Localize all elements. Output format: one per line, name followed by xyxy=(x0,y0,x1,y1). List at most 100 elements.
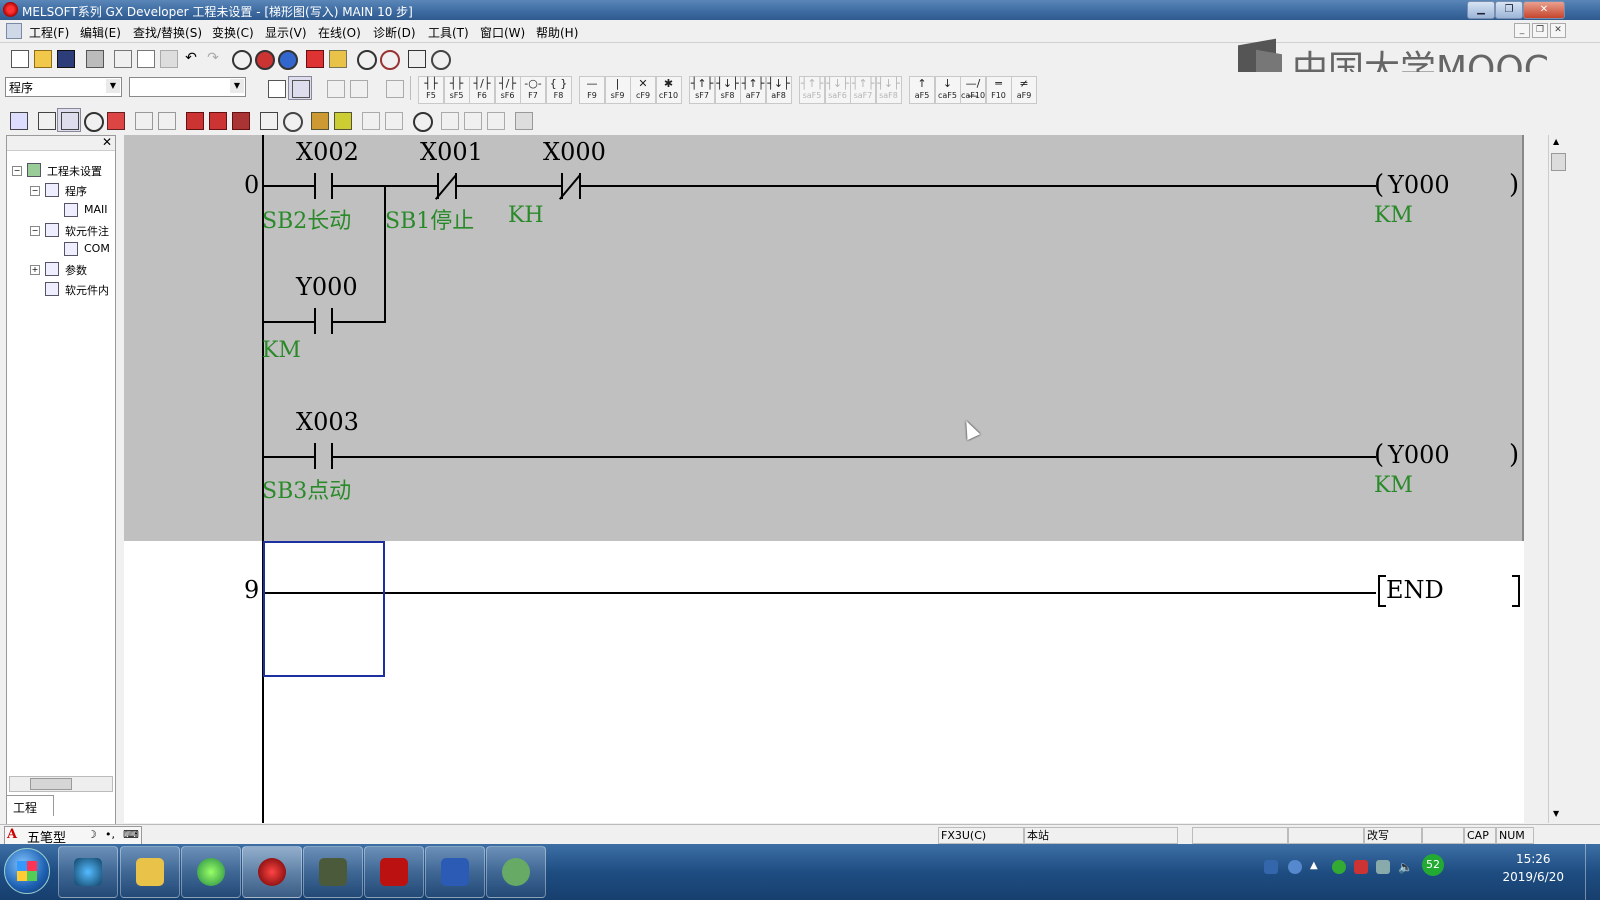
menu-convert[interactable]: 变换(C) xyxy=(212,24,254,41)
close-icon[interactable]: ✕ xyxy=(102,135,112,149)
open-icon[interactable] xyxy=(30,46,54,70)
upload-icon[interactable] xyxy=(307,108,331,132)
cut-icon[interactable] xyxy=(110,46,134,70)
replace-icon[interactable] xyxy=(103,108,127,132)
clock[interactable]: 15:26 2019/6/20 xyxy=(1502,850,1564,886)
maximize-button[interactable]: ❐ xyxy=(1495,1,1523,19)
ladder-symbol-button-sf7[interactable]: ┤↑├ sF7 xyxy=(689,76,715,104)
device-list-icon[interactable] xyxy=(154,108,178,132)
cross-ref-icon[interactable] xyxy=(131,108,155,132)
timing-chart-icon[interactable] xyxy=(256,108,280,132)
moon-icon[interactable]: ☽ xyxy=(87,828,97,841)
undo-icon[interactable]: ↶ xyxy=(179,46,203,70)
simulate-start-icon[interactable] xyxy=(182,108,206,132)
tree-node-device-comment[interactable]: 软元件注 xyxy=(65,223,109,239)
expand-icon[interactable]: + xyxy=(30,265,40,275)
data-type-dropdown[interactable]: 程序 ▼ xyxy=(5,77,122,97)
diagnose-icon[interactable] xyxy=(279,108,303,132)
mdi-restore-button[interactable]: ❐ xyxy=(1532,23,1548,38)
menu-diagnose[interactable]: 诊断(D) xyxy=(373,24,416,41)
ladder-symbol-button-sf5[interactable]: ┤├ sF5 xyxy=(443,76,470,104)
ladder-mode-icon[interactable] xyxy=(264,76,288,100)
ladder-symbol-button-af5[interactable]: ↑ aF5 xyxy=(909,76,935,104)
find-instruction-icon[interactable] xyxy=(251,46,275,70)
app-icon[interactable] xyxy=(3,2,18,17)
device-batch-icon[interactable] xyxy=(404,46,428,70)
action-center-icon[interactable] xyxy=(1354,860,1368,874)
taskbar-word[interactable] xyxy=(425,846,485,898)
ladder-symbol-button-caf10[interactable]: —/— caF10 xyxy=(960,76,986,104)
keyboard-icon[interactable]: ⌨ xyxy=(123,828,139,841)
new-icon[interactable] xyxy=(7,46,31,70)
ladder-symbol-button-f9[interactable]: — F9 xyxy=(579,76,605,104)
taskbar-app-8[interactable] xyxy=(486,846,546,898)
ladder-symbol-button-f7[interactable]: -○- F7 xyxy=(520,76,546,104)
scroll-thumb[interactable] xyxy=(30,778,72,790)
simulate-stop-icon[interactable] xyxy=(205,108,229,132)
tree-hscrollbar[interactable] xyxy=(9,776,113,792)
ime-tray-icon[interactable] xyxy=(1264,860,1278,874)
menu-tools[interactable]: 工具(T) xyxy=(428,24,469,41)
ladder-symbol-button-sf6[interactable]: ┤/├ sF6 xyxy=(494,76,521,104)
tray-expand-icon[interactable]: ▲ xyxy=(1310,860,1324,874)
entry-monitor-icon[interactable] xyxy=(427,46,451,70)
ladder-vscrollbar[interactable]: ▲ ▼ xyxy=(1548,135,1567,823)
tree-node-params[interactable]: 参数 xyxy=(65,262,87,278)
ladder-symbol-button-af7[interactable]: ┤↑├ aF7 xyxy=(740,76,766,104)
monitor-write-icon[interactable] xyxy=(376,46,400,70)
window-cascade-icon[interactable] xyxy=(381,108,405,132)
minimize-button[interactable]: ▁ xyxy=(1467,1,1495,19)
search-icon[interactable] xyxy=(80,108,104,132)
volume-icon[interactable]: 🔈 xyxy=(1398,860,1413,874)
tree-node-comment[interactable]: COM xyxy=(84,242,110,255)
ime-indicator[interactable]: A xyxy=(7,827,17,842)
copy-icon[interactable] xyxy=(133,46,157,70)
paste-icon[interactable] xyxy=(156,46,180,70)
ladder-symbol-button-cf10[interactable]: ✱ cF10 xyxy=(655,76,682,104)
ladder-symbol-button-f10[interactable]: ═ F10 xyxy=(985,76,1012,104)
project-data-icon[interactable] xyxy=(6,108,30,132)
write-plc-icon[interactable] xyxy=(302,46,326,70)
help-icon[interactable] xyxy=(1288,860,1302,874)
security-icon[interactable] xyxy=(1332,860,1346,874)
menu-find-replace[interactable]: 查找/替换(S) xyxy=(133,24,202,41)
read-plc-icon[interactable] xyxy=(325,46,349,70)
network-icon[interactable] xyxy=(1376,860,1390,874)
menu-view[interactable]: 显示(V) xyxy=(265,24,307,41)
tree-node-device-memory[interactable]: 软元件内 xyxy=(65,282,109,298)
ladder-symbol-button-f6[interactable]: ┤/├ F6 xyxy=(469,76,495,104)
monitor-icon[interactable] xyxy=(353,46,377,70)
scroll-up-icon[interactable]: ▲ xyxy=(1553,137,1559,146)
ladder-symbol-button-caf5[interactable]: ↓ caF5 xyxy=(934,76,961,104)
ladder-edit-icon[interactable] xyxy=(382,76,406,100)
align-left-icon[interactable] xyxy=(437,108,461,132)
mdi-close-button[interactable]: ✕ xyxy=(1550,23,1566,38)
ladder-symbol-button-saf6[interactable]: ┤↓├ saF6 xyxy=(824,76,851,104)
ladder-symbol-button-sf9[interactable]: | sF9 xyxy=(604,76,631,104)
document-icon[interactable] xyxy=(6,23,22,39)
menu-online[interactable]: 在线(O) xyxy=(318,24,361,41)
menu-help[interactable]: 帮助(H) xyxy=(536,24,578,41)
print-icon[interactable] xyxy=(82,46,106,70)
menu-edit[interactable]: 编辑(E) xyxy=(80,24,121,41)
taskbar-app-5[interactable] xyxy=(303,846,363,898)
taskbar-360[interactable] xyxy=(181,846,241,898)
close-button[interactable]: ✕ xyxy=(1523,1,1565,19)
punctuation-icon[interactable]: •, xyxy=(105,828,115,841)
align-center-icon[interactable] xyxy=(460,108,484,132)
edit-cursor[interactable] xyxy=(263,541,385,677)
expand-icon[interactable]: − xyxy=(12,166,22,176)
expand-icon[interactable]: − xyxy=(30,226,40,236)
scroll-thumb[interactable] xyxy=(1551,153,1566,171)
simulate-step-icon[interactable] xyxy=(228,108,252,132)
taskbar-explorer[interactable] xyxy=(120,846,180,898)
read-mode-icon[interactable] xyxy=(288,76,312,100)
ladder-symbol-button-saf5[interactable]: ┤↑├ saF5 xyxy=(799,76,825,104)
ladder-symbol-button-af9[interactable]: ≠ aF9 xyxy=(1011,76,1037,104)
insert-row-icon[interactable] xyxy=(34,108,58,132)
window-tile-icon[interactable] xyxy=(358,108,382,132)
find-step-icon[interactable] xyxy=(274,46,298,70)
list-mode-icon[interactable] xyxy=(323,76,347,100)
ime-toolbar[interactable]: A 五笔型 ☽ •, ⌨ xyxy=(4,826,142,846)
start-button[interactable] xyxy=(4,848,50,894)
